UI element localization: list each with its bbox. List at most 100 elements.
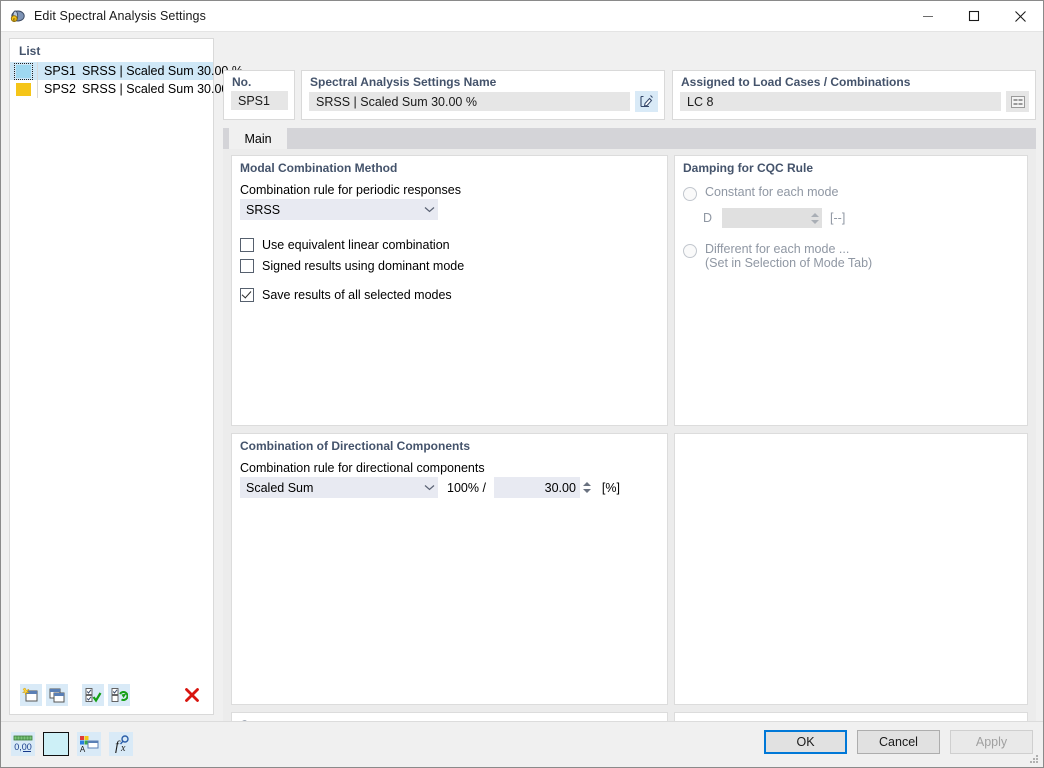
list-item[interactable]: SPS1 SRSS | Scaled Sum 30.00 % (10, 62, 213, 80)
modal-combination-group: Modal Combination Method Combination rul… (231, 155, 668, 426)
title-bar: e Edit Spectral Analysis Settings (1, 1, 1043, 32)
formula-button[interactable]: f x (109, 732, 133, 756)
directional-components-group: Combination of Directional Components Co… (231, 433, 668, 705)
name-panel: Spectral Analysis Settings Name SRSS | S… (301, 70, 665, 120)
delete-item-button[interactable] (181, 684, 203, 706)
no-field-row: SPS1 (224, 91, 294, 110)
svg-text:e: e (13, 17, 16, 23)
assigned-panel: Assigned to Load Cases / Combinations LC… (672, 70, 1036, 120)
load-case-picker-button[interactable] (1006, 91, 1029, 112)
radio-label-block: Different for each mode ... (Set in Sele… (705, 242, 872, 270)
svg-text:x: x (120, 743, 126, 754)
list-item-description: SRSS | Scaled Sum 30.00 % (82, 82, 243, 96)
column-separator (37, 62, 38, 80)
name-label: Spectral Analysis Settings Name (302, 71, 664, 91)
radio-label: Constant for each mode (705, 185, 838, 199)
chevron-down-icon (420, 484, 438, 491)
damping-d-unit: [--] (830, 211, 845, 225)
save-results-all-modes-checkbox[interactable]: Save results of all selected modes (240, 284, 667, 305)
list-header: List (10, 39, 213, 62)
directional-rule-label: Combination rule for directional compone… (232, 453, 667, 477)
use-equivalent-linear-combination-checkbox[interactable]: Use equivalent linear combination (240, 234, 667, 255)
minimize-button[interactable] (905, 1, 951, 31)
maximize-button[interactable] (951, 1, 997, 31)
assigned-field-row: LC 8 (673, 91, 1035, 112)
spinner-up-icon[interactable] (583, 482, 591, 486)
edit-name-button[interactable] (635, 91, 658, 112)
resize-grip[interactable] (1029, 754, 1039, 764)
damping-cqc-group: Damping for CQC Rule Constant for each m… (674, 155, 1028, 426)
list-item[interactable]: SPS2 SRSS | Scaled Sum 30.00 % (10, 80, 213, 98)
secondary-factor-input[interactable]: 30.00 (494, 477, 580, 498)
color-swatch[interactable] (16, 83, 31, 96)
svg-text:0,00: 0,00 (14, 742, 32, 752)
checkbox-label: Signed results using dominant mode (262, 259, 464, 273)
svg-text:A: A (80, 745, 86, 754)
assigned-label: Assigned to Load Cases / Combinations (673, 71, 1035, 91)
checkbox-box (240, 238, 254, 252)
footer-buttons: OK Cancel Apply (764, 730, 1033, 754)
periodic-rule-value: SRSS (240, 203, 420, 217)
damping-d-input[interactable] (722, 208, 822, 228)
cancel-button[interactable]: Cancel (857, 730, 940, 754)
directional-components-title: Combination of Directional Components (232, 434, 667, 453)
checkbox-label: Use equivalent linear combination (262, 238, 450, 252)
spinner-down-icon[interactable] (811, 220, 819, 224)
tab-main[interactable]: Main (229, 128, 287, 149)
tab-panel-main: Modal Combination Method Combination rul… (223, 149, 1036, 743)
checkbox-label: Save results of all selected modes (262, 288, 452, 302)
periodic-rule-select[interactable]: SRSS (240, 199, 438, 220)
dialog-window: e Edit Spectral Analysis Settings List S… (0, 0, 1044, 768)
different-for-each-mode-radio[interactable]: Different for each mode ... (Set in Sele… (683, 242, 1027, 270)
footer-tools: 0,00 A f x (11, 732, 133, 756)
new-item-button[interactable] (20, 684, 42, 706)
damping-value-row: D [--] (703, 208, 1027, 228)
ok-button[interactable]: OK (764, 730, 847, 754)
list-item-id: SPS1 (44, 64, 82, 78)
select-all-button[interactable] (82, 684, 104, 706)
color-chip-button[interactable] (43, 732, 69, 756)
column-separator (37, 80, 38, 98)
spinner-arrows[interactable] (808, 208, 822, 228)
tab-strip: Main (223, 128, 1036, 149)
window-title: Edit Spectral Analysis Settings (34, 9, 206, 23)
secondary-factor-spinner[interactable] (580, 482, 594, 493)
no-panel: No. SPS1 (223, 70, 295, 120)
chevron-down-icon (420, 206, 438, 213)
radio-label: Different for each mode ... (705, 242, 849, 256)
damping-cqc-title: Damping for CQC Rule (675, 156, 1027, 175)
modal-combination-title: Modal Combination Method (232, 156, 667, 175)
dialog-footer: 0,00 A f x (1, 721, 1043, 767)
spinner-up-icon[interactable] (811, 213, 819, 217)
list-item-description: SRSS | Scaled Sum 30.00 % (82, 64, 243, 78)
list-toolbar (10, 680, 213, 710)
display-properties-button[interactable]: A (77, 732, 101, 756)
radio-sublabel: (Set in Selection of Mode Tab) (705, 256, 872, 270)
checkbox-box (240, 259, 254, 273)
primary-factor-label: 100% / (447, 481, 486, 495)
directional-rule-row: Scaled Sum 100% / 30.00 [%] (240, 477, 667, 498)
directional-rule-select[interactable]: Scaled Sum (240, 477, 438, 498)
secondary-factor-value: 30.00 (545, 481, 576, 495)
directional-rule-value: Scaled Sum (240, 481, 420, 495)
dialog-content: List SPS1 SRSS | Scaled Sum 30.00 % SPS2… (1, 32, 1043, 721)
close-button[interactable] (997, 1, 1043, 31)
no-value: SPS1 (231, 91, 288, 110)
list-item-id: SPS2 (44, 82, 82, 96)
name-value: SRSS | Scaled Sum 30.00 % (309, 92, 630, 111)
secondary-factor-unit: [%] (602, 481, 620, 495)
constant-for-each-mode-radio[interactable]: Constant for each mode (683, 185, 1027, 201)
no-label: No. (224, 71, 294, 91)
name-field-row: SRSS | Scaled Sum 30.00 % (302, 91, 664, 112)
list-rows: SPS1 SRSS | Scaled Sum 30.00 % SPS2 SRSS… (10, 62, 213, 680)
spinner-down-icon[interactable] (583, 489, 591, 493)
signed-results-dominant-mode-checkbox[interactable]: Signed results using dominant mode (240, 255, 667, 276)
invert-selection-button[interactable] (108, 684, 130, 706)
copy-item-button[interactable] (46, 684, 68, 706)
assigned-value: LC 8 (680, 92, 1001, 111)
color-swatch[interactable] (16, 65, 31, 78)
periodic-rule-label: Combination rule for periodic responses (232, 175, 667, 199)
damping-d-label: D (703, 211, 712, 225)
apply-button[interactable]: Apply (950, 730, 1033, 754)
decimal-places-button[interactable]: 0,00 (11, 732, 35, 756)
